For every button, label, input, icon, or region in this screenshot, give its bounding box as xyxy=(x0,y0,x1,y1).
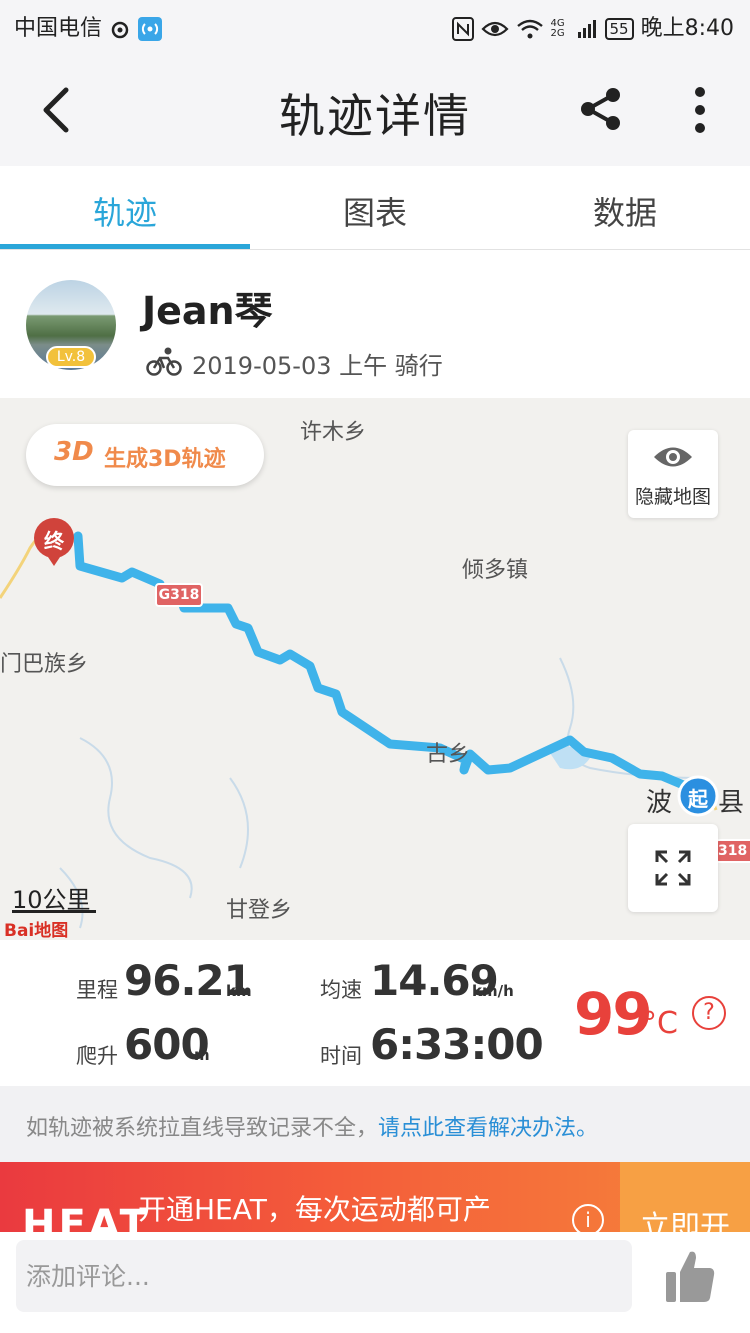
share-icon[interactable] xyxy=(578,86,624,132)
place-label: 波 xyxy=(646,788,673,818)
expand-icon xyxy=(655,850,691,886)
carrier-name: 中国电信 xyxy=(14,16,103,41)
nfc-icon xyxy=(451,17,474,41)
tab-track[interactable]: 轨迹 xyxy=(0,188,250,234)
notice-link[interactable]: 请点此查看解决办法。 xyxy=(378,1116,598,1141)
activity-date-type: 2019-05-03 上午 骑行 xyxy=(192,352,443,380)
hide-map-button[interactable]: 隐藏地图 xyxy=(628,430,718,518)
map-provider-logo: Bai地图 xyxy=(4,921,69,940)
hotspot-icon xyxy=(138,17,163,41)
active-tab-indicator xyxy=(0,244,250,249)
activity-owner: Lv.8 Jean琴 2019-05-03 上午 骑行 xyxy=(0,250,750,398)
notice-text: 如轨迹被系统拉直线导致记录不全，请点此查看解决办法。 xyxy=(26,1110,598,1142)
page-title: 轨迹详情 xyxy=(279,89,471,143)
duration-value: 6:33:00 xyxy=(370,1020,544,1069)
place-label: 县 xyxy=(718,788,745,818)
road-sign-318-label: 318 xyxy=(718,843,748,859)
place-label: 甘登乡 xyxy=(226,898,293,923)
status-right: 4G 2G 55 晚上8:40 xyxy=(451,10,734,42)
signal-icon xyxy=(577,20,596,38)
network-type-label: 4G 2G xyxy=(550,18,565,39)
clock: 晚上8:40 xyxy=(640,16,734,41)
3d-badge: 3D xyxy=(54,437,94,467)
comment-bar xyxy=(0,1232,750,1333)
generate-3d-label: 生成3D轨迹 xyxy=(104,447,226,472)
weibo-icon xyxy=(111,21,129,39)
place-label: 许木乡 xyxy=(300,420,367,445)
tab-data[interactable]: 数据 xyxy=(500,188,750,234)
more-options-icon[interactable] xyxy=(690,86,710,134)
heat-logo: HEAT xyxy=(22,1202,150,1232)
end-marker-label: 终 xyxy=(44,529,64,553)
status-left: 中国电信 xyxy=(14,10,163,42)
avg-speed-label: 均速 xyxy=(320,978,362,1002)
top-app-bar: 轨迹详情 xyxy=(0,54,750,166)
help-icon[interactable]: ? xyxy=(692,996,726,1030)
heat-score-unit: °C xyxy=(642,1006,678,1041)
level-badge: Lv.8 xyxy=(46,346,96,368)
notice-message: 如轨迹被系统拉直线导致记录不全， xyxy=(26,1116,379,1141)
thumbs-up-icon[interactable] xyxy=(664,1248,716,1304)
climb-unit: m xyxy=(194,1046,210,1064)
info-icon[interactable]: i xyxy=(572,1204,604,1232)
wifi-icon xyxy=(516,19,543,39)
track-notice: 如轨迹被系统拉直线导致记录不全，请点此查看解决办法。 xyxy=(0,1086,750,1162)
place-label: 门巴族乡 xyxy=(0,652,89,677)
road-sign-g318-label: G318 xyxy=(158,587,200,603)
route-map[interactable]: 终 起 G318 318 许木乡 倾多镇 门巴族乡 古乡 波 县 甘登乡 3D … xyxy=(0,398,750,940)
map-scale-bar xyxy=(12,910,96,913)
place-label: 倾多镇 xyxy=(462,558,529,583)
username[interactable]: Jean琴 xyxy=(142,280,273,335)
tab-bar: 轨迹 图表 数据 xyxy=(0,166,750,250)
climb-label: 爬升 xyxy=(76,1044,118,1068)
distance-label: 里程 xyxy=(76,978,118,1002)
hide-map-label: 隐藏地图 xyxy=(634,486,711,508)
battery-indicator: 55 xyxy=(604,18,634,40)
comment-input[interactable] xyxy=(16,1240,632,1312)
avg-speed-unit: km/h xyxy=(472,982,514,1000)
heat-score-value: 99 xyxy=(574,980,653,1048)
open-now-button[interactable]: 立即开 xyxy=(620,1162,750,1232)
fullscreen-button[interactable] xyxy=(628,824,718,912)
cycling-icon xyxy=(146,347,182,376)
duration-label: 时间 xyxy=(320,1044,362,1068)
place-label: 古乡 xyxy=(426,742,471,767)
promo-text: 开通HEAT，每次运动都可产 xyxy=(138,1193,491,1226)
eye-comfort-icon xyxy=(480,21,509,37)
status-bar: 中国电信 4G 2G 55 晚上8:40 xyxy=(0,0,750,54)
generate-3d-track-button[interactable]: 3D 生成3D轨迹 xyxy=(26,424,264,486)
tab-charts[interactable]: 图表 xyxy=(250,188,500,234)
eye-icon xyxy=(654,447,692,467)
distance-unit: km xyxy=(226,982,252,1000)
track-line xyxy=(73,531,705,797)
start-marker-label: 起 xyxy=(688,787,708,811)
activity-stats: 里程 96.21 km 均速 14.69 km/h 爬升 600 m 时间 6:… xyxy=(0,940,750,1086)
open-now-label: 立即开 xyxy=(640,1210,730,1232)
heat-promo-banner[interactable]: HEAT 开通HEAT，每次运动都可产 i 立即开 xyxy=(0,1162,750,1232)
